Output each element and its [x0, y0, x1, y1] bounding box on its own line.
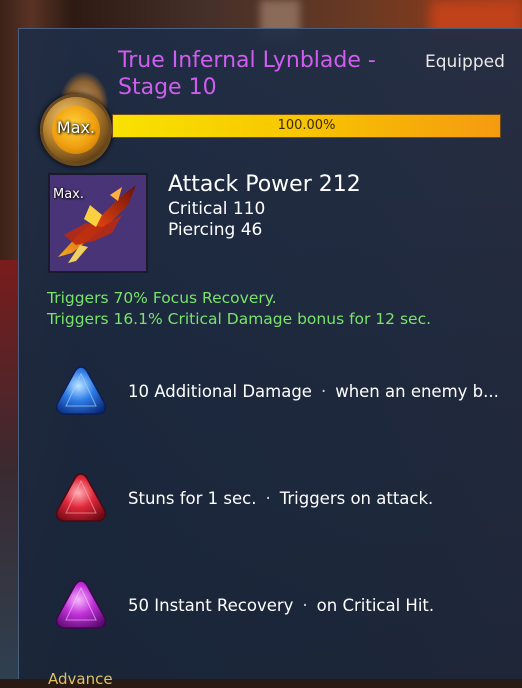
gem-row-3: 50 Instant Recovery · on Critical Hit. [128, 596, 434, 615]
purple-triangle-gem-icon [52, 576, 110, 634]
red-triangle-gem-icon [52, 469, 110, 527]
growth-progress-bar: 100.00% [112, 114, 501, 138]
attack-power: Attack Power 212 [168, 172, 361, 197]
gem-condition: when an enemy b... [335, 382, 499, 401]
effect-critical-damage: Triggers 16.1% Critical Damage bonus for… [47, 310, 432, 328]
gem-effect: 10 Additional Damage [128, 382, 312, 401]
progress-label: 100.00% [277, 118, 336, 133]
gem-condition: Triggers on attack. [279, 489, 434, 508]
gem-effect: Stuns for 1 sec. [128, 489, 257, 508]
gem-condition: on Critical Hit. [316, 596, 435, 615]
separator: · [302, 596, 308, 615]
gem-row-1: 10 Additional Damage · when an enemy b... [128, 382, 499, 401]
blue-triangle-gem-icon [52, 362, 110, 420]
gem-effect: 50 Instant Recovery [128, 596, 294, 615]
effect-focus-recovery: Triggers 70% Focus Recovery. [47, 289, 277, 307]
separator: · [265, 489, 271, 508]
grade-badge-label: Max. [56, 118, 96, 137]
stat-critical: Critical 110 [168, 199, 266, 219]
item-max-badge: Max. [53, 187, 85, 202]
grade-emblem-icon: Max. [38, 72, 120, 166]
item-icon[interactable]: Max. [48, 173, 148, 273]
advance-label: Advance [48, 670, 113, 688]
stat-piercing: Piercing 46 [168, 220, 263, 240]
equipped-status: Equipped [425, 52, 505, 72]
separator: · [320, 382, 327, 401]
item-title: True Infernal Lynblade - Stage 10 [118, 48, 376, 100]
gem-row-2: Stuns for 1 sec. · Triggers on attack. [128, 489, 433, 508]
